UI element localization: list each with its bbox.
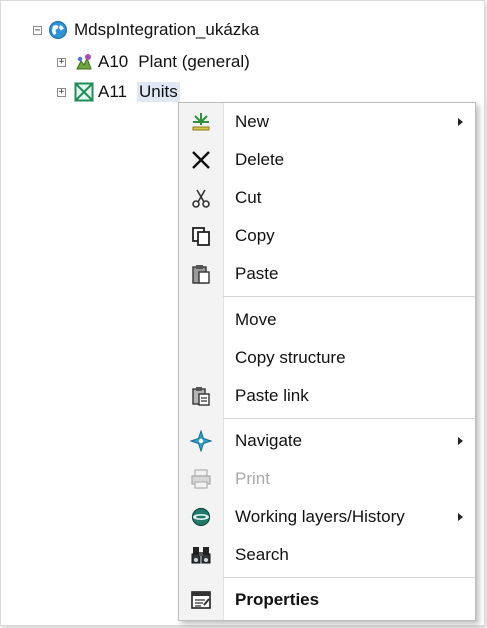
- paste-icon: [179, 255, 223, 293]
- menu-item-label: New: [235, 112, 270, 131]
- layers-icon: [179, 498, 223, 536]
- context-menu: New Delete Cut Copy Paste Move Copy stru…: [178, 102, 476, 621]
- menu-item-move[interactable]: Move: [179, 301, 475, 339]
- menu-separator: [223, 418, 475, 419]
- tree-node-a10-code: A10: [98, 52, 129, 71]
- menu-item-label: Paste link: [235, 386, 309, 405]
- menu-item-label: Search: [235, 545, 289, 564]
- menu-item-label: Print: [235, 469, 270, 488]
- menu-item-properties[interactable]: Properties: [179, 581, 475, 619]
- submenu-arrow-icon: [458, 118, 463, 126]
- submenu-arrow-icon: [458, 513, 463, 521]
- menu-item-label: Navigate: [235, 431, 303, 450]
- plant-icon: [74, 52, 94, 72]
- submenu-arrow-icon: [458, 437, 463, 445]
- menu-item-cut[interactable]: Cut: [179, 179, 475, 217]
- binoculars-icon: [179, 536, 223, 574]
- menu-item-label: Move: [235, 310, 277, 329]
- menu-item-label: Paste: [235, 264, 279, 283]
- units-icon: [74, 82, 94, 102]
- menu-item-paste-link[interactable]: Paste link: [179, 377, 475, 415]
- menu-item-label: Copy structure: [235, 348, 346, 367]
- menu-item-paste[interactable]: Paste: [179, 255, 475, 293]
- menu-item-navigate[interactable]: Navigate: [179, 422, 475, 460]
- copy-icon: [179, 217, 223, 255]
- delete-icon: [179, 141, 223, 179]
- tree-node-a11-label: Units: [137, 82, 180, 102]
- scissors-icon: [179, 179, 223, 217]
- tree-node-a11-code: A11: [98, 82, 127, 101]
- menu-item-copy-structure[interactable]: Copy structure: [179, 339, 475, 377]
- properties-icon: [179, 581, 223, 619]
- menu-item-delete[interactable]: Delete: [179, 141, 475, 179]
- collapse-icon[interactable]: −: [33, 25, 42, 35]
- screenshot-frame: − MdspIntegration_ukázka + A10 Plant (ge…: [0, 0, 485, 626]
- menu-item-label: Working layers/History: [235, 507, 405, 526]
- navigate-icon: [179, 422, 223, 460]
- menu-item-label: Cut: [235, 188, 262, 207]
- menu-separator: [223, 296, 475, 297]
- menu-item-print[interactable]: Print: [179, 460, 475, 498]
- paste-link-icon: [179, 377, 223, 415]
- tree-node-root-label: MdspIntegration_ukázka: [74, 20, 260, 39]
- tree-node-root[interactable]: − MdspIntegration_ukázka: [33, 19, 259, 41]
- tree-node-a10-label: Plant (general): [138, 52, 250, 71]
- menu-separator: [223, 577, 475, 578]
- menu-item-working-layers-history[interactable]: Working layers/History: [179, 498, 475, 536]
- menu-item-label: Copy: [235, 226, 275, 245]
- menu-item-new[interactable]: New: [179, 103, 475, 141]
- globe-icon: [48, 20, 68, 40]
- new-icon: [179, 103, 223, 141]
- menu-item-label: Properties: [235, 590, 320, 609]
- menu-item-search[interactable]: Search: [179, 536, 475, 574]
- expand-icon[interactable]: +: [57, 57, 66, 67]
- menu-item-copy[interactable]: Copy: [179, 217, 475, 255]
- menu-item-label: Delete: [235, 150, 285, 169]
- expand-icon[interactable]: +: [57, 87, 66, 97]
- printer-icon: [179, 460, 223, 498]
- tree-node-a11[interactable]: + A11 Units: [57, 81, 180, 103]
- tree-node-a10[interactable]: + A10 Plant (general): [57, 51, 250, 73]
